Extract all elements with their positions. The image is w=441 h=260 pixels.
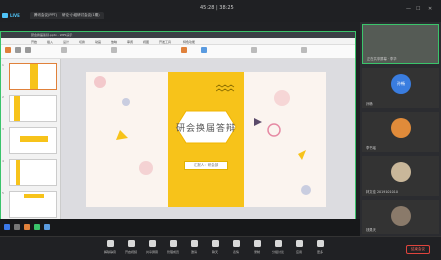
search-icon[interactable] [14, 224, 20, 230]
find-icon[interactable] [301, 47, 307, 53]
slide-subtitle: 汇报人：研会部 [184, 161, 228, 170]
align-icon[interactable] [111, 47, 117, 53]
slide[interactable]: 研会换届答辩 汇报人：研会部 [86, 72, 326, 207]
manage-members-button[interactable]: 管理成员 [163, 240, 183, 260]
slide-thumb[interactable] [9, 127, 57, 154]
meeting-toolbar: 解除静音 开启视频 共享屏幕 管理成员 邀请 聊天 表情 录制 分组讨论 应用 … [0, 236, 441, 260]
live-label[interactable]: LIVE [10, 13, 20, 18]
participant-name: 李书瑶 [366, 146, 376, 150]
end-meeting-button[interactable]: 结束会议 [406, 245, 430, 254]
tab-transition[interactable]: 切换 [79, 40, 85, 44]
font-icon[interactable] [61, 47, 67, 53]
tab-meeting[interactable]: 腾讯会议(PPT) [30, 12, 62, 19]
slide-thumb[interactable] [9, 95, 57, 122]
participant-tile[interactable]: 李书瑶 [362, 112, 439, 152]
breakout-icon [274, 240, 282, 247]
tab-animation[interactable]: 动画 [95, 40, 101, 44]
maximize-icon[interactable]: ☐ [416, 6, 420, 12]
tab-review[interactable]: 审阅 [127, 40, 133, 44]
tab-slideshow[interactable]: 放映 [111, 40, 117, 44]
cut-icon[interactable] [15, 47, 21, 53]
share-icon [148, 240, 156, 247]
record-button[interactable]: 录制 [247, 240, 267, 260]
tab-view[interactable]: 视图 [143, 40, 149, 44]
slide-canvas: 研会换届答辩 汇报人：研会部 [61, 59, 355, 229]
avatar [391, 162, 411, 182]
participant-tile[interactable]: 正在共享屏幕 · 李华 [362, 24, 439, 64]
slide-thumb[interactable] [9, 63, 57, 90]
participant-name: 钱昊天 [366, 228, 376, 232]
invite-icon [190, 240, 198, 247]
record-icon [253, 240, 261, 247]
ppt-window-title: 研会换届答辩.pptx - WPS演示 [31, 33, 73, 37]
os-taskbar [0, 219, 360, 236]
video-button[interactable]: 开启视频 [121, 240, 141, 260]
camera-icon [127, 240, 135, 247]
avatar [391, 206, 411, 226]
participants-panel: 正在共享屏幕 · 李华 孙畅 孙畅 李书瑶 林文佳 2019101010 钱昊天 [360, 22, 441, 236]
emoji-button[interactable]: 表情 [226, 240, 246, 260]
emoji-icon [232, 240, 240, 247]
slide-number: 2 [2, 95, 4, 99]
slide-thumb[interactable] [9, 191, 57, 218]
minimize-icon[interactable]: — [406, 6, 411, 12]
slide-number: 4 [2, 159, 4, 163]
wechat-icon[interactable] [34, 224, 40, 230]
shape-icon[interactable] [181, 47, 187, 53]
shared-screen: 研会换届答辩.pptx - WPS演示 开始 插入 设计 切换 动画 放映 审阅… [0, 31, 356, 236]
apps-icon [295, 240, 303, 247]
start-icon[interactable] [4, 224, 10, 230]
apps-button[interactable]: 应用 [289, 240, 309, 260]
tab-features[interactable]: 特色功能 [183, 40, 195, 44]
tab-design[interactable]: 设计 [63, 40, 69, 44]
participant-tile[interactable]: 林文佳 2019101010 [362, 156, 439, 196]
participant-name: 孙畅 [366, 102, 373, 106]
avatar: 孙畅 [391, 74, 411, 94]
participant-name: 正在共享屏幕 · 李华 [367, 57, 397, 61]
more-icon [316, 240, 324, 247]
chat-button[interactable]: 聊天 [205, 240, 225, 260]
invite-button[interactable]: 邀请 [184, 240, 204, 260]
meeting-top-bar: 45:28 | 38:25 LIVE 腾讯会议(PPT) 研论·小组研讨会议(1… [0, 0, 441, 22]
slide-title: 研会换届答辩 [175, 123, 236, 134]
chat-icon [211, 240, 219, 247]
arrange-icon[interactable] [251, 47, 257, 53]
tab-session[interactable]: 研论·小组研讨会议(1期) [58, 12, 104, 19]
members-icon [169, 240, 177, 247]
picture-icon[interactable] [201, 47, 207, 53]
microphone-icon [106, 240, 114, 247]
participant-tile[interactable]: 孙畅 孙畅 [362, 68, 439, 108]
title-hexagon: 研会换届答辩 [168, 110, 244, 144]
ppt-app-icon[interactable] [24, 224, 30, 230]
meeting-app-icon[interactable] [44, 224, 50, 230]
participant-name: 林文佳 2019101010 [366, 190, 398, 194]
tab-home[interactable]: 开始 [31, 40, 37, 44]
slide-number: 5 [2, 191, 4, 195]
breakout-button[interactable]: 分组讨论 [268, 240, 288, 260]
close-icon[interactable]: ✕ [428, 6, 432, 12]
zigzag-decoration [216, 84, 235, 92]
slide-thumbnails: 1 2 3 4 5 [1, 59, 61, 229]
mute-button[interactable]: 解除静音 [100, 240, 120, 260]
meeting-timer: 45:28 | 38:25 [200, 5, 234, 11]
share-screen-button[interactable]: 共享屏幕 [142, 240, 162, 260]
participant-tile[interactable]: 钱昊天 [362, 200, 439, 234]
tab-developer[interactable]: 开发工具 [159, 40, 171, 44]
ppt-menu-tabs: 开始 插入 设计 切换 动画 放映 审阅 视图 开发工具 特色功能 [1, 38, 355, 45]
slide-number: 1 [2, 63, 4, 67]
avatar [391, 118, 411, 138]
copy-icon[interactable] [25, 47, 31, 53]
slide-thumb[interactable] [9, 159, 57, 186]
paste-icon[interactable] [5, 47, 11, 53]
ppt-ribbon [1, 45, 355, 59]
slide-number: 3 [2, 127, 4, 131]
live-icon [2, 13, 8, 18]
more-button[interactable]: 更多 [310, 240, 330, 260]
tab-insert[interactable]: 插入 [47, 40, 53, 44]
